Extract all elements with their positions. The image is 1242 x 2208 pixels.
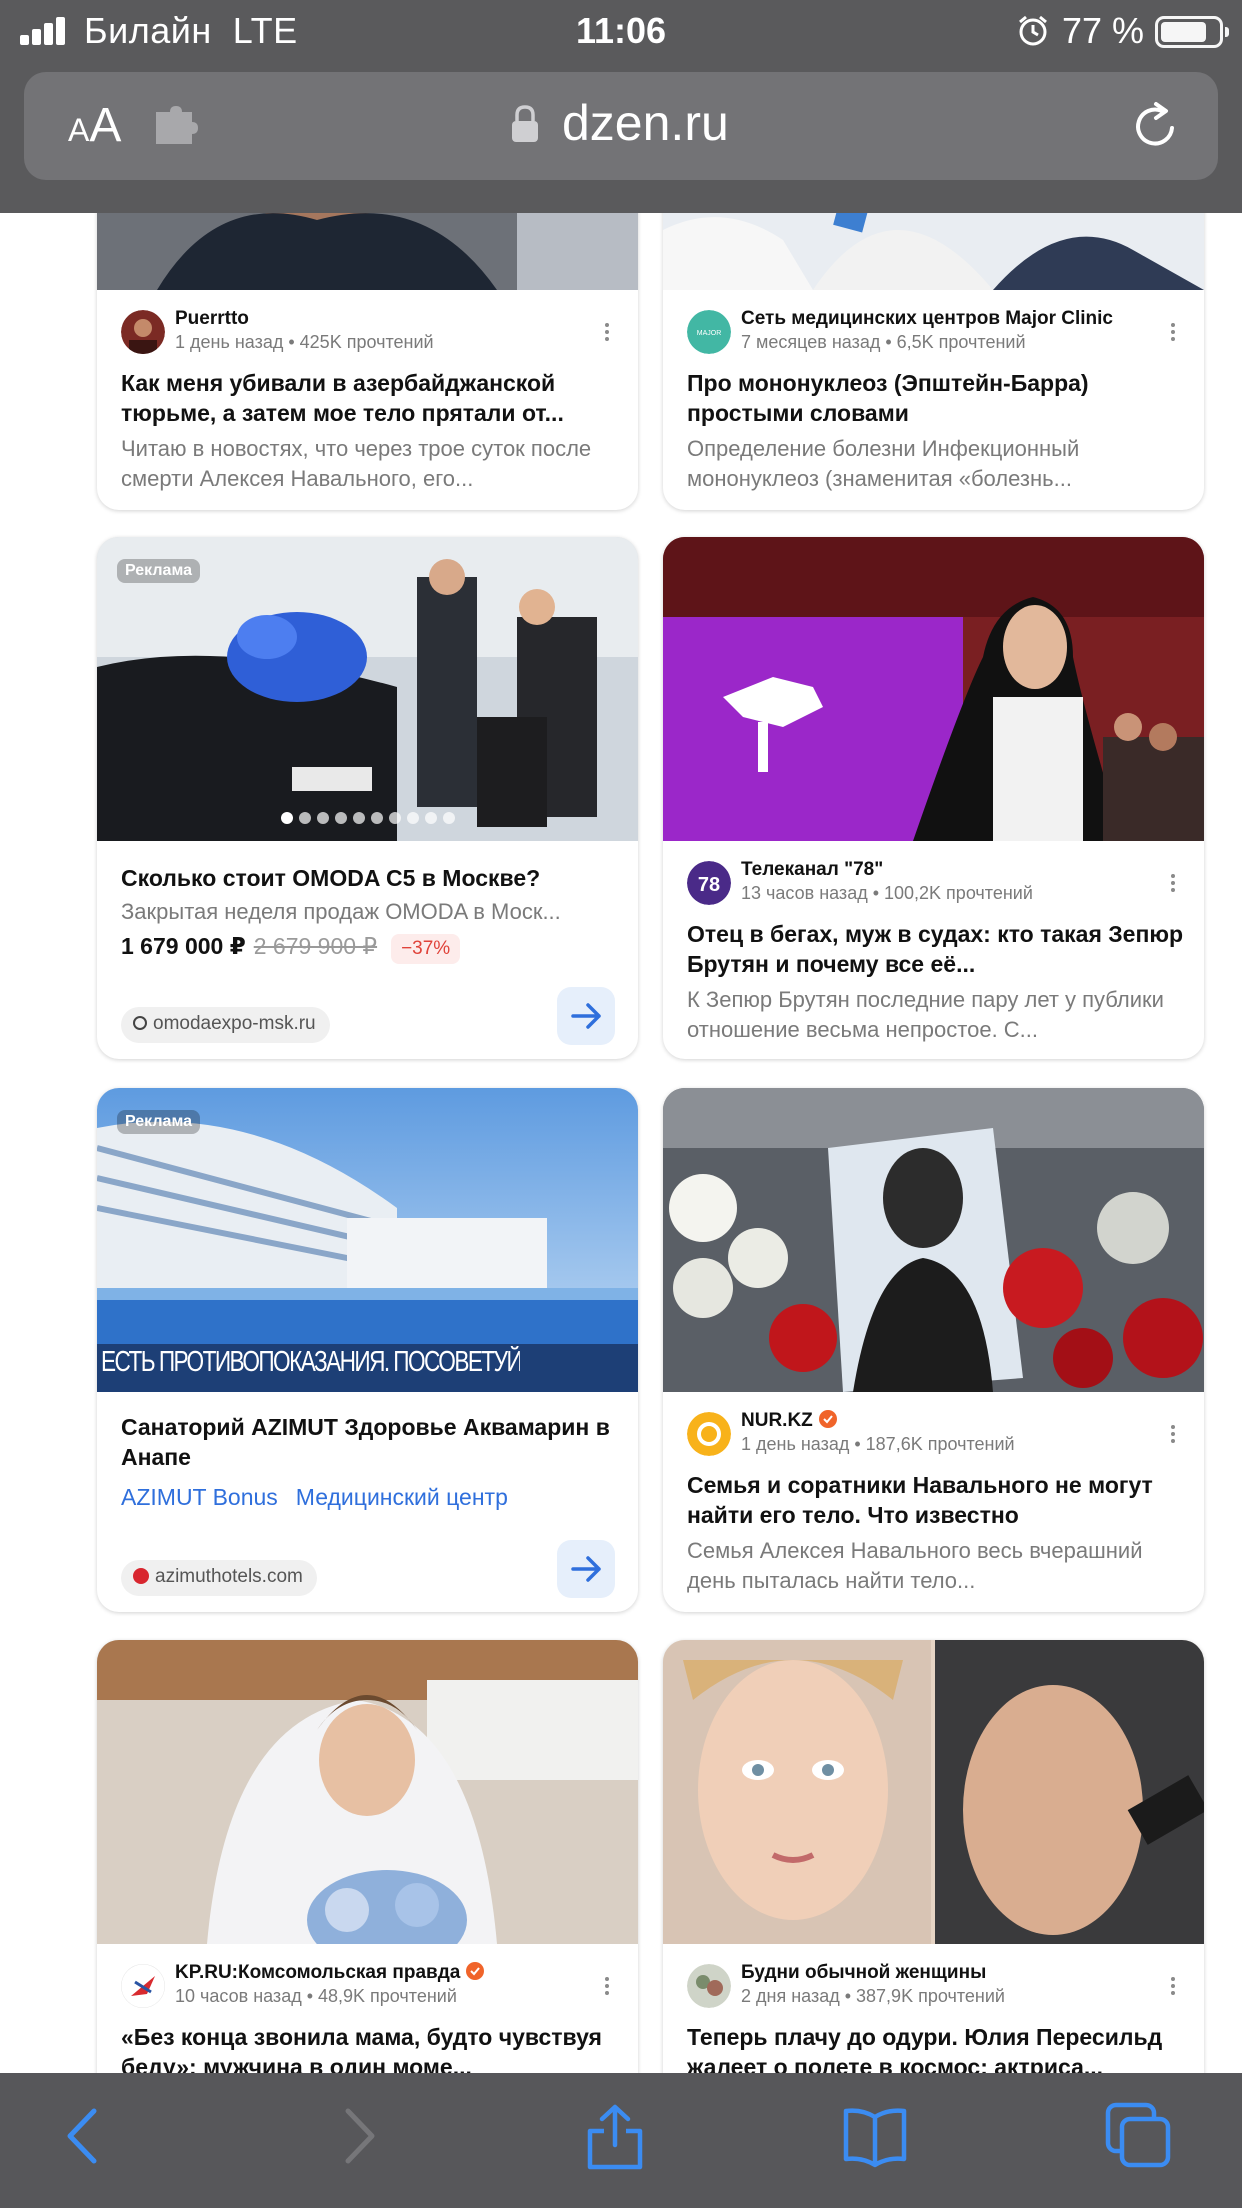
source-name: NUR.KZ	[741, 1410, 837, 1432]
ad-title[interactable]: Санаторий AZIMUT Здоровье Аквамарин в Ан…	[121, 1412, 621, 1472]
domain-icon	[133, 1568, 149, 1584]
status-bar: Билайн LTE 11:06 77 %	[0, 0, 1242, 62]
carousel-dot[interactable]	[370, 812, 383, 824]
ad-snippet: Закрытая неделя продаж OMODA в Моск...	[121, 899, 561, 924]
source-name: Puerrtto	[175, 308, 249, 329]
article-card[interactable]: NUR.KZ 1 день назад • 187,6K прочтений С…	[663, 1088, 1204, 1612]
browser-top-chrome: Билайн LTE 11:06 77 % AA dzen.ru	[0, 0, 1242, 213]
svg-text:MAJOR: MAJOR	[697, 330, 722, 337]
carousel-dot[interactable]	[316, 812, 329, 824]
more-icon[interactable]	[1169, 320, 1177, 346]
article-image	[97, 1640, 638, 1944]
feed[interactable]: Puerrtto 1 день назад • 425K прочтений К…	[0, 0, 1242, 2208]
source-avatar	[687, 1964, 731, 2008]
ad-badge: Реклама	[117, 1110, 200, 1134]
article-snippet: Семья Алексея Навального весь вчерашний …	[687, 1538, 1143, 1593]
domain-label: azimuthotels.com	[155, 1566, 303, 1587]
article-meta: 10 часов назад • 48,9K прочтений	[175, 1986, 457, 2006]
price: 1 679 000 ₽	[121, 933, 246, 959]
source-name: Будни обычной женщины	[741, 1962, 987, 1983]
source-name: KP.RU:Комсомольская правда	[175, 1962, 485, 1984]
article-title[interactable]: Про мононуклеоз (Эпштейн-Барра) простыми…	[687, 368, 1187, 428]
article-image	[663, 537, 1204, 841]
open-ad-button[interactable]	[557, 987, 615, 1045]
article-title[interactable]: Как меня убивали в азербайджанской тюрьм…	[121, 368, 621, 428]
ad-card[interactable]: Реклама ЕСТЬ ПРОТИВОПОКАЗАНИЯ. ПОСОВЕТУЙ…	[97, 1088, 638, 1612]
ad-image[interactable]: Реклама ЕСТЬ ПРОТИВОПОКАЗАНИЯ. ПОСОВЕТУЙ…	[97, 1088, 638, 1392]
carousel-dots[interactable]	[97, 811, 638, 829]
browser-toolbar	[0, 2073, 1242, 2208]
old-price: 2 679 900 ₽	[253, 933, 378, 959]
ad-image[interactable]: Реклама	[97, 537, 638, 841]
article-title[interactable]: Отец в бегах, муж в судах: кто такая Зеп…	[687, 919, 1187, 979]
source-name: Сеть медицинских центров Major Clinic	[741, 308, 1113, 329]
alarm-icon	[1019, 15, 1047, 46]
svg-text:78: 78	[698, 874, 720, 896]
domain-chip[interactable]: azimuthotels.com	[121, 1560, 317, 1596]
carousel-dot[interactable]	[334, 812, 347, 824]
battery-icon	[1155, 16, 1229, 48]
share-icon[interactable]	[580, 2101, 650, 2171]
clock: 11:06	[575, 10, 667, 51]
article-image	[663, 1640, 1204, 1944]
url-bar[interactable]: AA dzen.ru	[24, 72, 1218, 180]
article-snippet: К Зепюр Брутян последние пару лет у публ…	[687, 987, 1164, 1042]
more-icon[interactable]	[603, 1974, 611, 2000]
ad-badge: Реклама	[117, 559, 200, 583]
domain-icon	[133, 1016, 147, 1030]
verified-icon	[466, 1962, 485, 1980]
lock-icon	[512, 105, 538, 142]
url-text[interactable]: dzen.ru	[562, 94, 729, 152]
article-meta: 1 день назад • 425K прочтений	[175, 332, 434, 352]
more-icon[interactable]	[1169, 1422, 1177, 1448]
ad-links: AZIMUT Bonus Медицинский центр	[121, 1484, 526, 1511]
carousel-dot[interactable]	[280, 812, 293, 824]
source-avatar: 78	[687, 861, 731, 905]
article-snippet: Читаю в новостях, что через трое суток п…	[121, 436, 592, 491]
source-avatar	[687, 1412, 731, 1456]
bookmarks-icon[interactable]	[840, 2101, 910, 2171]
article-meta: 1 день назад • 187,6K прочтений	[741, 1434, 1015, 1454]
forward-icon	[345, 2108, 375, 2164]
verified-icon	[818, 1410, 837, 1428]
more-icon[interactable]	[603, 320, 611, 346]
ad-card[interactable]: Реклама Сколько стоит OMODA C5 в Москве?…	[97, 537, 638, 1059]
carousel-dot[interactable]	[424, 812, 437, 824]
battery-percent: 77 %	[1062, 10, 1145, 51]
ad-link-medical[interactable]: Медицинский центр	[296, 1484, 508, 1510]
more-icon[interactable]	[1169, 871, 1177, 897]
carousel-dot[interactable]	[388, 812, 401, 824]
carousel-dot[interactable]	[406, 812, 419, 824]
reload-icon[interactable]	[1128, 98, 1184, 154]
carousel-dot[interactable]	[298, 812, 311, 824]
text-size-button[interactable]: AA	[68, 98, 121, 153]
article-image	[663, 1088, 1204, 1392]
ad-link-bonus[interactable]: AZIMUT Bonus	[121, 1484, 278, 1510]
article-title[interactable]: Семья и соратники Навального не могут на…	[687, 1470, 1187, 1530]
article-meta: 7 месяцев назад • 6,5K прочтений	[741, 332, 1026, 352]
source-avatar	[121, 310, 165, 354]
carousel-dot[interactable]	[352, 812, 365, 824]
arrow-right-icon	[571, 1003, 601, 1029]
source-avatar	[121, 1964, 165, 2008]
ad-title[interactable]: Сколько стоит OMODA C5 в Москве?	[121, 863, 621, 893]
back-icon[interactable]	[52, 2101, 122, 2171]
discount-badge: −37%	[391, 934, 461, 964]
arrow-right-icon	[571, 1556, 601, 1582]
price-row: 1 679 000 ₽ 2 679 900 ₽ −37%	[121, 933, 461, 964]
article-card[interactable]: 78 Телеканал "78" 13 часов назад • 100,2…	[663, 537, 1204, 1059]
more-icon[interactable]	[1169, 1974, 1177, 2000]
tabs-icon[interactable]	[1104, 2101, 1174, 2171]
domain-chip[interactable]: omodaexpo-msk.ru	[121, 1007, 330, 1043]
article-snippet: Определение болезни Инфекционный мононук…	[687, 436, 1080, 491]
carousel-dot[interactable]	[442, 812, 455, 824]
article-meta: 13 часов назад • 100,2K прочтений	[741, 883, 1033, 903]
domain-label: omodaexpo-msk.ru	[153, 1013, 316, 1034]
open-ad-button[interactable]	[557, 1540, 615, 1598]
disclaimer-caption: ЕСТЬ ПРОТИВОПОКАЗАНИЯ. ПОСОВЕТУЙТЕСЬ С В…	[101, 1346, 520, 1378]
article-meta: 2 дня назад • 387,9K прочтений	[741, 1986, 1005, 2006]
extensions-icon[interactable]	[152, 104, 208, 148]
source-avatar: MAJOR	[687, 310, 731, 354]
source-name: Телеканал "78"	[741, 859, 884, 880]
